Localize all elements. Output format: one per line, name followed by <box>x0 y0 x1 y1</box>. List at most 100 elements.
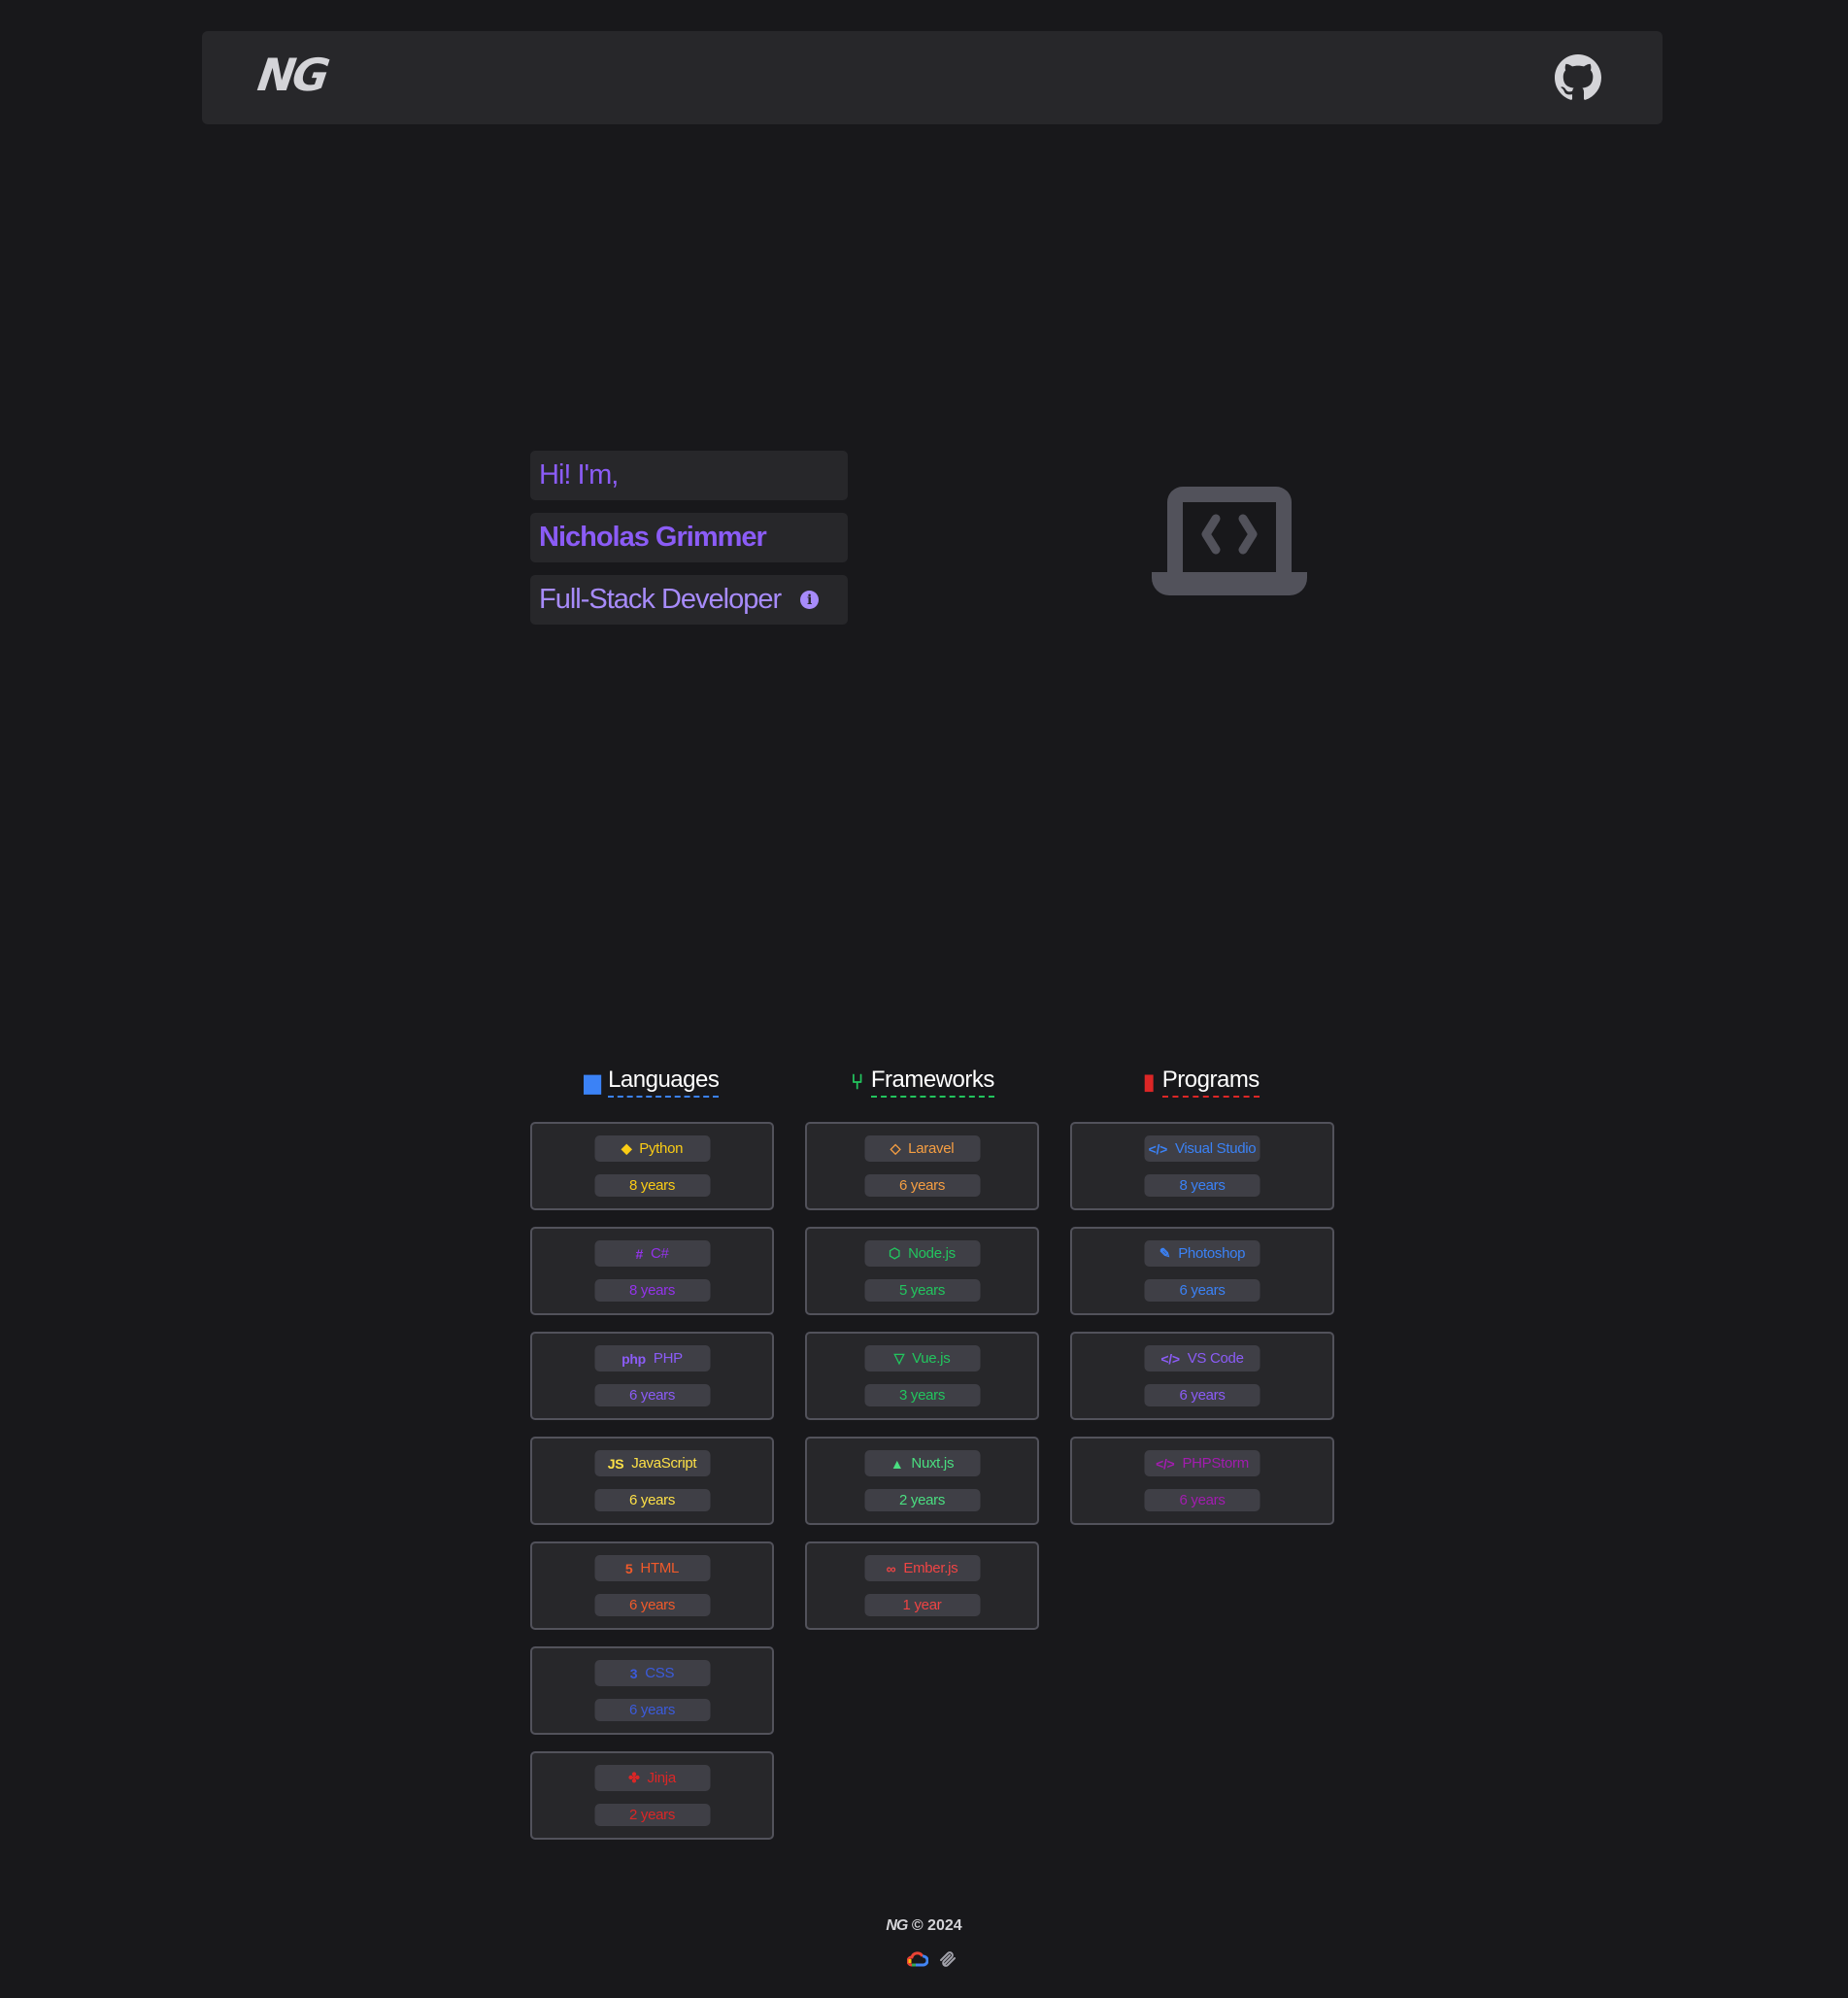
role-text: Full-Stack Developer <box>539 584 782 615</box>
skill-years: 2 years <box>864 1489 980 1511</box>
code-icon: </> <box>1148 1140 1168 1157</box>
section-heading-languages: ▆ Languages <box>564 1067 739 1098</box>
section-title[interactable]: Programs <box>1161 1067 1260 1098</box>
section-title[interactable]: Languages <box>608 1067 720 1098</box>
skill-card: </> PHPStorm 6 years <box>1070 1437 1334 1525</box>
name-box: Nicholas Grimmer <box>530 513 848 562</box>
skill-name: Jinja <box>647 1770 677 1786</box>
role-box: Full-Stack Developer i <box>530 575 848 625</box>
glasses-icon: ∞ <box>886 1560 896 1576</box>
skill-name: Node.js <box>908 1245 956 1262</box>
footer: NG © 2024 <box>0 1917 1848 1935</box>
section-heading-programs: ▮ Programs <box>1114 1067 1289 1098</box>
skill-name: CSS <box>645 1665 675 1681</box>
skill-years: 1 year <box>864 1594 980 1616</box>
skill-label: JS JavaScript <box>594 1450 710 1476</box>
skill-years: 6 years <box>594 1699 710 1721</box>
google-cloud-icon[interactable] <box>907 1950 928 1968</box>
js-icon: JS <box>607 1455 624 1472</box>
php-icon: php <box>622 1350 646 1367</box>
skill-label: </> VS Code <box>1144 1345 1260 1372</box>
skill-years: 6 years <box>594 1489 710 1511</box>
jinja-icon: ✤ <box>628 1770 640 1785</box>
laptop-code-icon <box>1152 487 1307 595</box>
skill-name: C# <box>650 1245 669 1262</box>
greeting-box: Hi! I'm, <box>530 451 848 500</box>
html5-icon: 5 <box>624 1560 633 1576</box>
skill-label: ∞ Ember.js <box>864 1555 980 1581</box>
footer-logo: NG <box>886 1917 908 1934</box>
skill-label: ✤ Jinja <box>594 1765 710 1791</box>
skill-label: ◇ Laravel <box>864 1135 980 1162</box>
skill-years: 6 years <box>594 1384 710 1406</box>
code-icon: </> <box>1156 1455 1175 1472</box>
skill-name: Vue.js <box>912 1350 951 1367</box>
laravel-icon: ◇ <box>890 1140 901 1156</box>
skill-label: </> Visual Studio <box>1144 1135 1260 1162</box>
skill-name: PHPStorm <box>1182 1455 1249 1472</box>
skill-card: ◆ Python 8 years <box>530 1122 774 1210</box>
skill-name: Ember.js <box>903 1560 958 1576</box>
skill-name: JavaScript <box>631 1455 697 1472</box>
skill-name: Nuxt.js <box>911 1455 955 1472</box>
skill-label: ▲ Nuxt.js <box>864 1450 980 1476</box>
paintbrush-icon: ✎ <box>1159 1245 1171 1261</box>
code-icon: </> <box>1160 1350 1180 1367</box>
vuejs-icon: ▽ <box>893 1350 905 1366</box>
skill-name: Laravel <box>908 1140 955 1157</box>
github-icon[interactable] <box>1555 54 1601 101</box>
skill-name: Python <box>639 1140 684 1157</box>
skill-years: 8 years <box>594 1279 710 1302</box>
python-icon: ◆ <box>621 1140 632 1156</box>
skill-years: 6 years <box>1144 1489 1260 1511</box>
skill-name: VS Code <box>1187 1350 1244 1367</box>
skill-card: php PHP 6 years <box>530 1332 774 1420</box>
skill-years: 6 years <box>594 1594 710 1616</box>
skill-card: </> VS Code 6 years <box>1070 1332 1334 1420</box>
skill-card: ◇ Laravel 6 years <box>805 1122 1039 1210</box>
skill-label: 5 HTML <box>594 1555 710 1581</box>
skill-label: ✎ Photoshop <box>1144 1240 1260 1267</box>
language-icon: ▆ <box>584 1069 601 1094</box>
name-text: Nicholas Grimmer <box>539 522 767 553</box>
skill-label: php PHP <box>594 1345 710 1372</box>
info-icon[interactable]: i <box>800 591 820 609</box>
skill-label: ▽ Vue.js <box>864 1345 980 1372</box>
skill-years: 6 years <box>1144 1279 1260 1302</box>
skill-name: PHP <box>653 1350 683 1367</box>
css3-icon: 3 <box>629 1665 638 1681</box>
skill-years: 8 years <box>594 1174 710 1197</box>
skill-years: 3 years <box>864 1384 980 1406</box>
code-branch-icon: ⑂ <box>851 1069 863 1094</box>
skill-card: # C# 8 years <box>530 1227 774 1315</box>
skill-name: Photoshop <box>1178 1245 1246 1262</box>
section-title[interactable]: Frameworks <box>870 1067 994 1098</box>
skill-card: 5 HTML 6 years <box>530 1541 774 1630</box>
logo[interactable]: NG <box>254 49 330 101</box>
skill-label: ◆ Python <box>594 1135 710 1162</box>
section-heading-frameworks: ⑂ Frameworks <box>835 1067 1010 1098</box>
skill-card: ✤ Jinja 2 years <box>530 1751 774 1840</box>
skill-card: 3 CSS 6 years <box>530 1646 774 1735</box>
skill-name: HTML <box>640 1560 680 1576</box>
file-icon: ▮ <box>1143 1069 1155 1094</box>
skill-card: </> Visual Studio 8 years <box>1070 1122 1334 1210</box>
skill-years: 2 years <box>594 1804 710 1826</box>
skill-card: ⬡ Node.js 5 years <box>805 1227 1039 1315</box>
skill-card: ✎ Photoshop 6 years <box>1070 1227 1334 1315</box>
skill-card: ▲ Nuxt.js 2 years <box>805 1437 1039 1525</box>
greeting-text: Hi! I'm, <box>539 459 619 491</box>
skill-label: ⬡ Node.js <box>864 1240 980 1267</box>
skill-years: 6 years <box>1144 1384 1260 1406</box>
skill-card: ∞ Ember.js 1 year <box>805 1541 1039 1630</box>
skill-label: </> PHPStorm <box>1144 1450 1260 1476</box>
footer-copyright: © 2024 <box>911 1917 962 1934</box>
skill-years: 5 years <box>864 1279 980 1302</box>
skill-years: 8 years <box>1144 1174 1260 1197</box>
squarespace-icon[interactable] <box>938 1950 958 1968</box>
skill-name: Visual Studio <box>1174 1140 1257 1157</box>
hashtag-icon: # <box>635 1245 643 1262</box>
skill-card: JS JavaScript 6 years <box>530 1437 774 1525</box>
mountain-icon: ▲ <box>890 1455 904 1472</box>
skill-label: # C# <box>594 1240 710 1267</box>
